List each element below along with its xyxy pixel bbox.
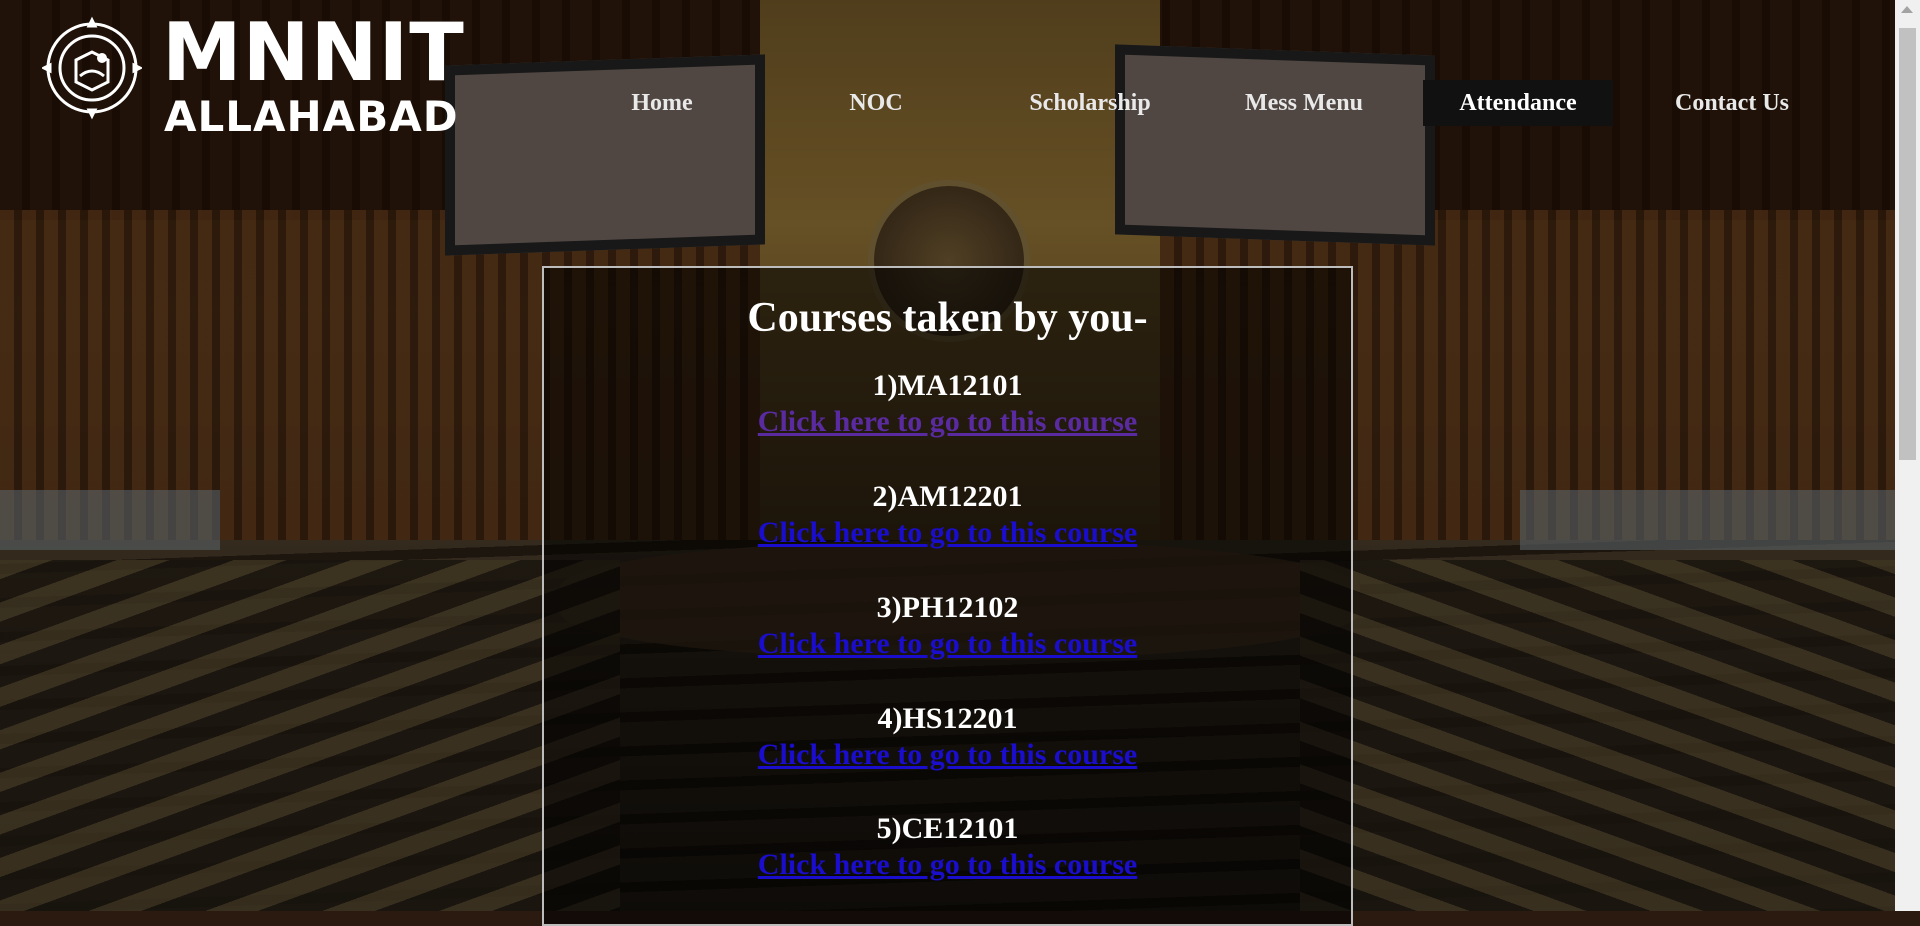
main-nav: Home NOC Scholarship Mess Menu Attendanc… <box>555 80 1839 126</box>
course-item: 5)CE12101 Click here to go to this cours… <box>544 811 1351 883</box>
course-link[interactable]: Click here to go to this course <box>758 404 1137 440</box>
scrollbar-thumb[interactable] <box>1899 28 1916 460</box>
course-code: 3)PH12102 <box>876 591 1019 624</box>
course-code: 5)CE12101 <box>876 812 1019 845</box>
course-item: 2)AM12201 Click here to go to this cours… <box>544 479 1351 551</box>
page-scrollbar[interactable] <box>1895 0 1920 911</box>
course-link[interactable]: Click here to go to this course <box>758 515 1137 551</box>
nav-noc[interactable]: NOC <box>769 80 983 126</box>
nav-mess-menu[interactable]: Mess Menu <box>1197 80 1411 126</box>
site-logo[interactable]: MNNIT ALLAHABAD <box>42 6 464 141</box>
page-title: Courses taken by you- <box>747 295 1148 341</box>
course-item: 1)MA12101 Click here to go to this cours… <box>544 368 1351 440</box>
brand-name-line2: ALLAHABAD <box>164 92 459 141</box>
course-code: 4)HS12201 <box>877 702 1018 735</box>
brand-name-line1: MNNIT <box>162 6 465 99</box>
nav-contact-us[interactable]: Contact Us <box>1625 80 1839 126</box>
scroll-up-arrow-icon[interactable] <box>1901 6 1913 13</box>
institute-seal-icon <box>42 16 142 120</box>
course-item: 4)HS12201 Click here to go to this cours… <box>544 701 1351 773</box>
course-link[interactable]: Click here to go to this course <box>758 737 1137 773</box>
courses-panel: Courses taken by you- 1)MA12101 Click he… <box>542 266 1353 926</box>
course-item: 3)PH12102 Click here to go to this cours… <box>544 590 1351 662</box>
course-code: 2)AM12201 <box>872 480 1023 513</box>
course-link[interactable]: Click here to go to this course <box>758 847 1137 883</box>
nav-scholarship[interactable]: Scholarship <box>983 80 1197 126</box>
course-code: 1)MA12101 <box>872 369 1023 402</box>
nav-attendance[interactable]: Attendance <box>1423 80 1613 126</box>
nav-home[interactable]: Home <box>555 80 769 126</box>
course-link[interactable]: Click here to go to this course <box>758 626 1137 662</box>
